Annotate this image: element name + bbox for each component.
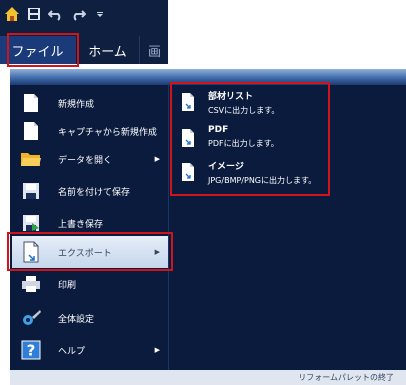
menu-item-label: 名前を付けて保存	[58, 187, 131, 198]
submenu-arrow-icon: ▶	[154, 346, 160, 354]
help-icon: ?	[20, 339, 42, 361]
menu-item-open-data[interactable]: データを開く ▶	[12, 143, 168, 175]
export-option-title: イメージ	[208, 162, 244, 172]
export-icon	[178, 92, 198, 116]
qat-dropdown-icon[interactable]	[92, 6, 108, 22]
menu-item-label: 印刷	[58, 280, 77, 291]
backstage-header-strip	[10, 69, 406, 85]
menu-item-label: 上書き保存	[58, 219, 104, 230]
export-option-description: JPG/BMP/PNGに出力します。	[208, 176, 317, 185]
menu-item-overwrite-save[interactable]: 上書き保存	[12, 207, 168, 239]
menu-item-export[interactable]: エクスポート ▶	[12, 236, 168, 268]
menu-item-save-as[interactable]: 名前を付けて保存	[12, 175, 168, 207]
menu-item-label: データを開く	[58, 155, 113, 166]
export-option-image[interactable]: イメージ JPG/BMP/PNGに出力します。	[174, 156, 324, 192]
tab-home[interactable]: ホーム	[75, 36, 139, 64]
menu-item-label: 新規作成	[58, 99, 95, 110]
settings-icon	[20, 307, 42, 329]
svg-text:?: ?	[27, 342, 36, 360]
export-icon	[178, 162, 198, 186]
app-home-icon[interactable]	[4, 6, 20, 22]
save-icon	[20, 180, 42, 202]
menu-item-label: キャプチャから新規作成	[58, 127, 157, 138]
printer-icon	[20, 273, 42, 295]
export-option-title: 部材リスト	[208, 92, 254, 102]
undo-icon[interactable]	[48, 6, 64, 22]
submenu-arrow-icon: ▶	[154, 248, 160, 256]
menu-item-label: エクスポート	[58, 248, 112, 259]
menu-item-help[interactable]: ? ヘルプ ▶	[12, 334, 168, 366]
menu-item-print[interactable]: 印刷	[12, 268, 168, 300]
menu-item-label: 全体設定	[58, 314, 95, 325]
exit-app-button[interactable]: リフォームパレットの終了	[298, 372, 394, 383]
export-option-parts-list[interactable]: 部材リスト CSVに出力します。	[174, 86, 324, 122]
export-option-pdf[interactable]: PDF PDFに出力します。	[174, 122, 324, 158]
redo-icon[interactable]	[70, 6, 86, 22]
menu-divider	[168, 85, 169, 370]
quick-access-toolbar	[0, 0, 108, 28]
save-icon[interactable]	[26, 6, 42, 22]
menu-item-global-settings[interactable]: 全体設定	[12, 302, 168, 334]
tab-view[interactable]: 画	[139, 36, 168, 64]
folder-icon	[20, 148, 42, 170]
document-icon	[20, 92, 42, 114]
ribbon-tabs: ファイル ホーム 画	[0, 36, 168, 64]
export-icon	[178, 128, 198, 152]
menu-item-label: ヘルプ	[58, 346, 86, 357]
export-option-description: CSVに出力します。	[208, 106, 280, 115]
export-option-title: PDF	[208, 125, 229, 135]
export-option-description: PDFに出力します。	[208, 139, 279, 148]
document-icon	[20, 120, 42, 142]
save-overwrite-icon	[20, 212, 42, 234]
submenu-arrow-icon: ▶	[154, 155, 160, 163]
tab-file[interactable]: ファイル	[0, 36, 75, 64]
export-icon	[20, 241, 42, 263]
